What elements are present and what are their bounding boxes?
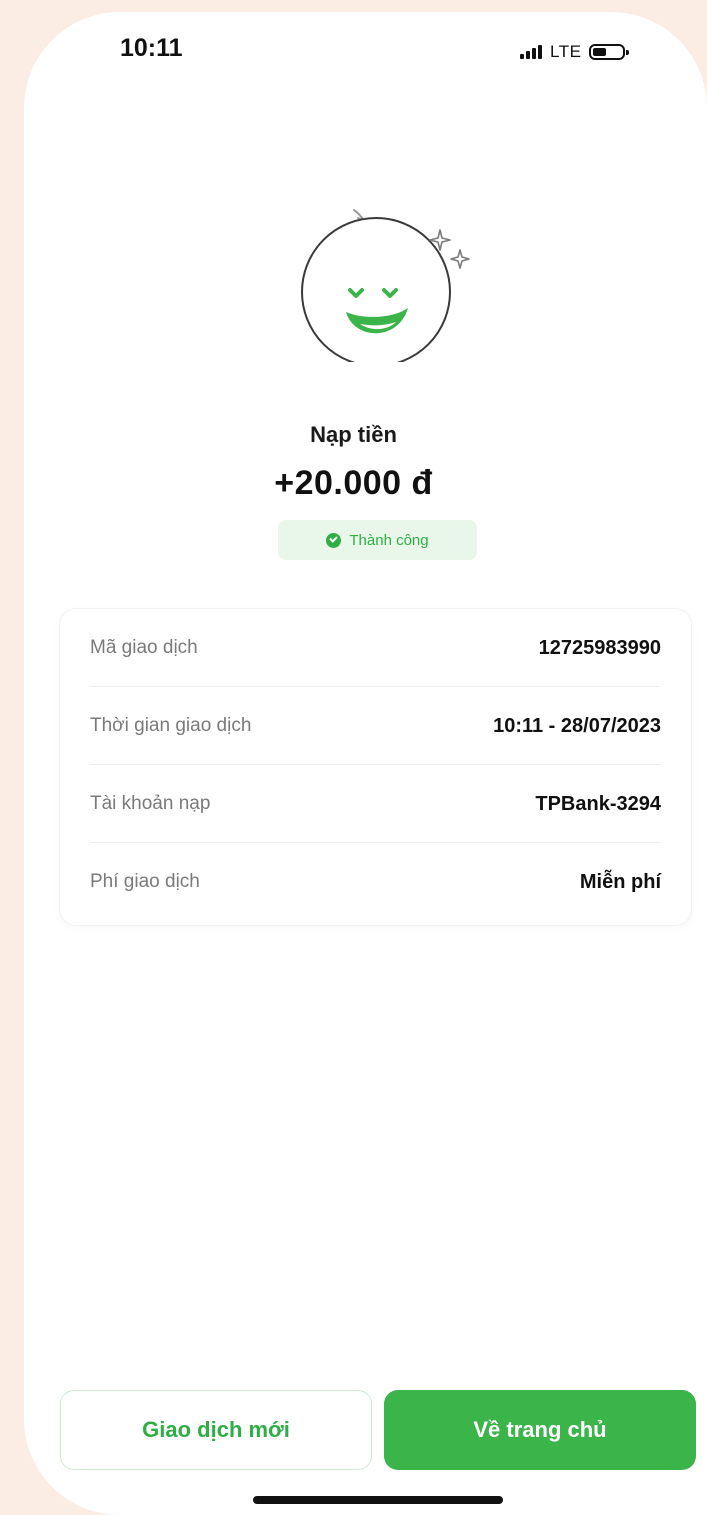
new-transaction-button[interactable]: Giao dịch mới bbox=[60, 1390, 372, 1470]
transaction-amount: +20.000 đ bbox=[274, 464, 433, 502]
detail-label: Thời gian giao dịch bbox=[90, 715, 252, 736]
signal-icon bbox=[520, 45, 542, 59]
status-badge: Thành công bbox=[278, 520, 477, 560]
detail-label: Mã giao dịch bbox=[90, 637, 198, 658]
go-home-button[interactable]: Về trang chủ bbox=[384, 1390, 696, 1470]
detail-label: Phí giao dịch bbox=[90, 871, 200, 892]
detail-value: TPBank-3294 bbox=[535, 792, 661, 815]
detail-label: Tài khoản nạp bbox=[90, 793, 211, 814]
detail-row-transaction-time: Thời gian giao dịch 10:11 - 28/07/2023 bbox=[90, 687, 661, 765]
detail-row-transaction-fee: Phí giao dịch Miễn phí bbox=[90, 843, 661, 921]
transaction-details-card: Mã giao dịch 12725983990 Thời gian giao … bbox=[60, 609, 691, 925]
check-circle-icon bbox=[326, 532, 342, 548]
battery-icon bbox=[589, 44, 630, 60]
home-indicator[interactable] bbox=[253, 1496, 503, 1504]
happy-face-mascot-icon bbox=[301, 209, 470, 362]
network-label: LTE bbox=[550, 42, 582, 61]
detail-value: 10:11 - 28/07/2023 bbox=[493, 714, 661, 737]
detail-value: 12725983990 bbox=[538, 636, 661, 659]
transaction-title: Nạp tiền bbox=[310, 422, 397, 447]
phone-screen: 10:11 LTE Nạp tiền +20.000 đ Thành công … bbox=[24, 12, 707, 1515]
status-indicators: LTE bbox=[520, 42, 630, 62]
detail-value: Miễn phí bbox=[579, 870, 661, 893]
detail-row-deposit-account: Tài khoản nạp TPBank-3294 bbox=[90, 765, 661, 843]
status-text: Thành công bbox=[349, 531, 429, 549]
detail-row-transaction-id: Mã giao dịch 12725983990 bbox=[90, 609, 661, 687]
status-time: 10:11 bbox=[120, 34, 183, 62]
